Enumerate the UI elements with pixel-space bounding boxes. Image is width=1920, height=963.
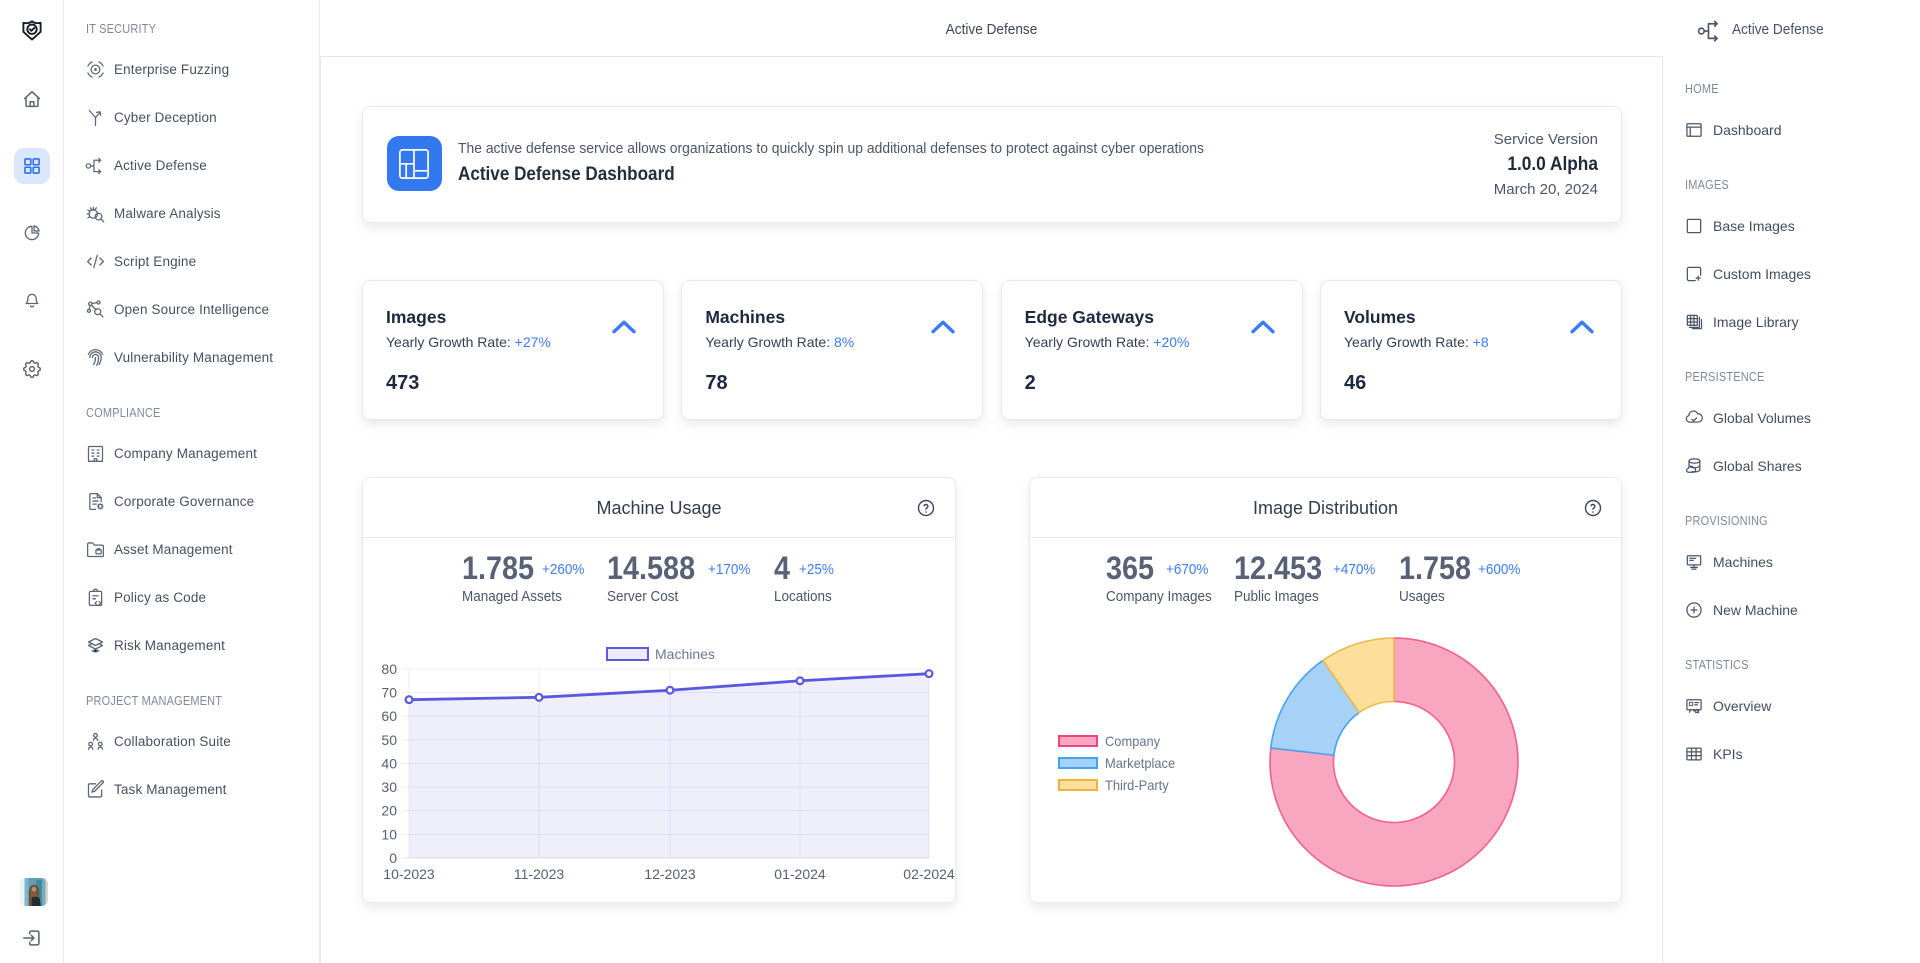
svg-text:20: 20 bbox=[381, 803, 397, 819]
svg-text:30: 30 bbox=[381, 779, 397, 795]
svg-text:01-2024: 01-2024 bbox=[774, 866, 826, 882]
svg-text:10: 10 bbox=[381, 826, 397, 842]
svg-text:0: 0 bbox=[389, 850, 397, 866]
svg-text:40: 40 bbox=[381, 755, 397, 771]
svg-text:12-2023: 12-2023 bbox=[644, 866, 696, 882]
svg-text:80: 80 bbox=[381, 661, 397, 677]
svg-text:Machines: Machines bbox=[655, 646, 715, 662]
svg-text:02-2024: 02-2024 bbox=[903, 866, 955, 882]
svg-text:10-2023: 10-2023 bbox=[383, 866, 435, 882]
svg-text:50: 50 bbox=[381, 732, 397, 748]
svg-text:70: 70 bbox=[381, 685, 397, 701]
svg-text:11-2023: 11-2023 bbox=[514, 866, 565, 882]
svg-text:60: 60 bbox=[381, 708, 397, 724]
